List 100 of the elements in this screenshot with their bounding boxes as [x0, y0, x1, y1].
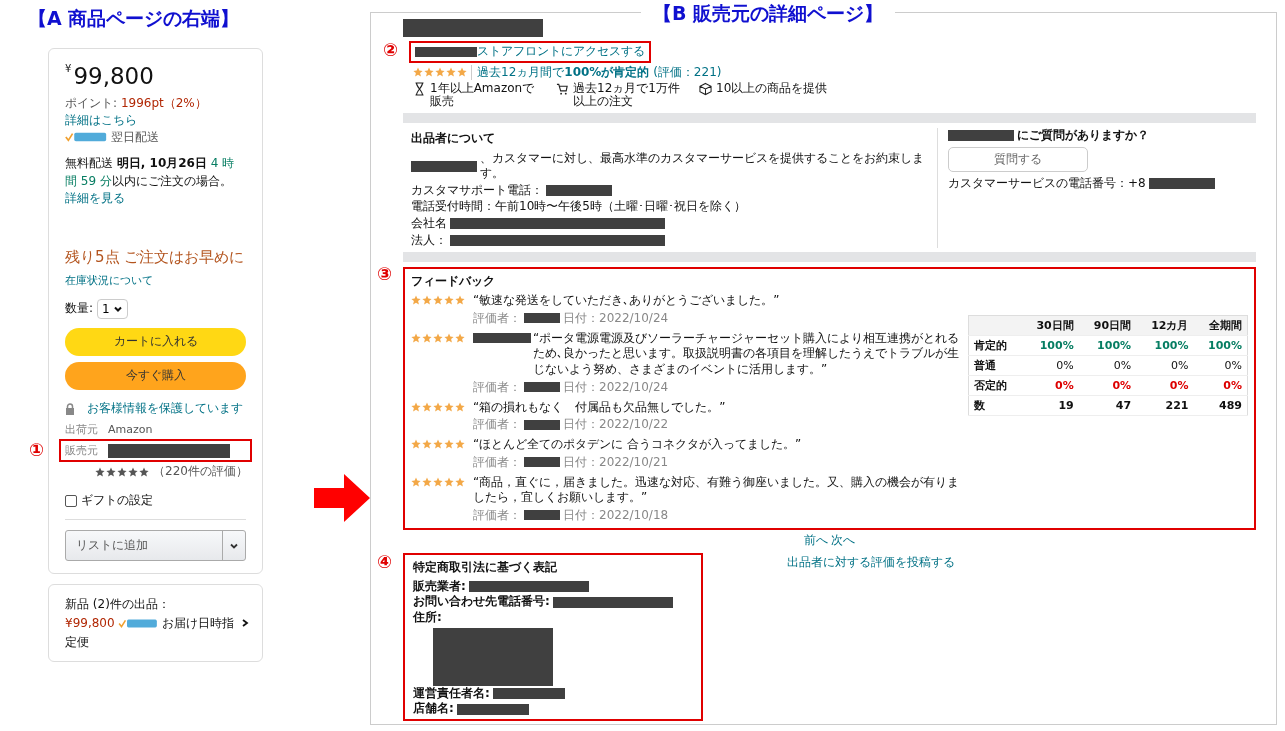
- right-arrow-icon: [314, 474, 370, 522]
- field-label: 住所:: [413, 610, 443, 626]
- gift-checkbox[interactable]: [65, 494, 77, 507]
- column-header: 全期間: [1193, 315, 1248, 336]
- lock-icon: [65, 402, 75, 415]
- review-text: “ポータ電源電源及びソーラーチャージャーセット購入により相互連携がとれるため､良かったと思います。取扱説明書の各項目を理解したうえでトラブルが生じないよう努め、さまざまのイベントに活用します。”: [533, 330, 960, 378]
- panel-heading: 【A 商品ページの右端】: [28, 6, 241, 31]
- review-text: “箱の損れもなく 付属品も欠品無しでした。”: [473, 399, 726, 416]
- review-date: 日付：2022/10/24: [563, 378, 669, 396]
- storefront-link[interactable]: ストアフロントにアクセスする: [477, 44, 645, 60]
- table-cell: 47: [1078, 395, 1137, 416]
- field-label: 販売業者:: [413, 578, 466, 595]
- delivery-speed: 翌日配送: [111, 128, 159, 146]
- redaction-bar: [948, 129, 1014, 141]
- company-label: 会社名: [411, 215, 447, 232]
- points-details-link[interactable]: 詳細はこちら: [65, 112, 137, 127]
- redaction-bar: [524, 382, 560, 392]
- redaction-bar: [524, 419, 560, 430]
- field-label: 店舗名:: [413, 701, 454, 717]
- stock-info-link[interactable]: 在庫状況について: [65, 274, 153, 288]
- redaction-bar: [411, 160, 477, 172]
- redaction-bar: [1148, 178, 1215, 190]
- annotation-number: ④: [377, 550, 393, 572]
- post-feedback-link[interactable]: 出品者に対する評価を投稿する: [787, 554, 955, 571]
- section-title: フィードバック: [411, 273, 496, 291]
- reviewer-label: 評価者：: [473, 416, 521, 434]
- pager-link[interactable]: 次へ: [831, 531, 855, 549]
- offers-card[interactable]: 新品 (2)件の出品： ¥99,800 お届け日時指定便: [48, 584, 263, 663]
- column-header: 12カ月: [1136, 315, 1194, 336]
- table-cell: 0%: [1078, 375, 1137, 396]
- badge-text: 過去12ヵ月で1万件以上の注文: [573, 82, 681, 109]
- question-title: にご質問がありますか？: [1017, 127, 1149, 144]
- table-cell: 0%: [1193, 375, 1248, 396]
- row-label: 普通: [968, 355, 1022, 376]
- quantity-label: 数量:: [65, 299, 94, 317]
- delivery-text: 無料配送 明日, 10月26日 4 時間 59 分以内にご注文の場合。: [65, 155, 236, 190]
- table-cell: 0%: [1021, 375, 1079, 396]
- column-header: 90日間: [1078, 315, 1137, 336]
- ships-from-value: Amazon: [108, 423, 153, 437]
- ratings-count: （220件の評価）: [153, 464, 248, 480]
- phone-hours-text: 電話受付時間：午前10時〜午後5時（土曜･日曜･祝日を除く）: [411, 199, 746, 215]
- section-title: 特定商取引法に基づく表記: [413, 558, 558, 576]
- buy-now-button[interactable]: 今すぐ購入: [65, 361, 246, 390]
- sold-by-label: 販売元: [65, 443, 98, 459]
- secure-transaction-link[interactable]: お客様情報を保護しています: [87, 399, 243, 417]
- prime-logo-icon: [118, 617, 159, 629]
- table-cell: 100%: [1078, 335, 1137, 356]
- review-date: 日付：2022/10/22: [563, 416, 669, 434]
- rating-summary[interactable]: 過去12ヵ月間で100%が肯定的 (評価：221): [471, 64, 722, 81]
- review-text: “ほとんど全てのポタデンに 合うコネクタが入ってました。”: [473, 437, 802, 453]
- table-cell: 0%: [1193, 355, 1248, 376]
- table-cell: 100%: [1136, 335, 1194, 356]
- row-label: 数: [968, 395, 1022, 416]
- chevron-right-icon: [240, 617, 250, 630]
- field-label: お問い合わせ先電話番号:: [413, 594, 550, 611]
- points-text: ポイント: 1996pt（2%） 詳細はこちら: [65, 95, 208, 129]
- reviewer-label: 評価者：: [473, 309, 521, 327]
- table-cell: 489: [1193, 395, 1248, 416]
- ships-from-label: 出荷元: [65, 422, 98, 438]
- table-cell: 100%: [1193, 335, 1248, 356]
- badge-text: 10以上の商品を提供: [716, 82, 828, 96]
- reviewer-label: 評価者：: [473, 378, 521, 396]
- annotation-number: ②: [383, 39, 399, 60]
- badge-text: 1年以上Amazonで販売: [430, 82, 536, 109]
- review-date: 日付：2022/10/21: [563, 453, 669, 471]
- delivery-details-link[interactable]: 詳細を見る: [65, 190, 246, 208]
- table-cell: 0%: [1021, 355, 1079, 376]
- table-cell: 0%: [1078, 355, 1137, 376]
- pager-link[interactable]: 前へ: [804, 531, 828, 549]
- redaction-bar: [524, 457, 560, 468]
- redaction-bar: [415, 46, 477, 57]
- gift-option-label: ギフトの設定: [81, 491, 153, 509]
- ask-question-button[interactable]: 質問する: [948, 147, 1088, 173]
- field-label: 運営責任者名:: [413, 685, 490, 702]
- table-cell: 0%: [1136, 375, 1194, 396]
- customer-phone-label: カスタマーサービスの電話番号：+8: [948, 176, 1146, 192]
- review-text: “商品，直ぐに，届きました。迅速な対応、有難う御座いました。又、購入の機会が有りましたら，宜しくお願いします。”: [473, 474, 960, 506]
- add-to-cart-button[interactable]: カートに入れる: [65, 327, 246, 356]
- stock-text: 残り5点 ご注文はお早めに 在庫状況について: [65, 246, 246, 290]
- row-label: 否定的: [968, 375, 1022, 396]
- redaction-bar: [546, 185, 612, 197]
- support-phone-label: カスタマサポート電話：: [411, 182, 543, 199]
- row-label: 肯定的: [968, 335, 1022, 356]
- offers-text: 新品 (2)件の出品： ¥99,800 お届け日時指定便: [65, 596, 236, 651]
- review-date: 日付：2022/10/18: [563, 506, 669, 524]
- box-icon: [699, 82, 712, 97]
- table-cell: 221: [1136, 395, 1194, 416]
- seller-pledge-text: 、カスタマーに対し、最高水準のカスタマーサービスを提供することをお約束します。: [480, 150, 925, 182]
- annotation-number: ①: [29, 439, 45, 461]
- quantity-dropdown[interactable]: 1: [97, 298, 128, 319]
- table-cell: 100%: [1021, 335, 1079, 356]
- redaction-bar: [473, 332, 531, 343]
- column-header: 30日間: [1021, 315, 1079, 336]
- cart-icon: [556, 82, 569, 97]
- redaction-bar: [524, 510, 560, 521]
- panel-heading: 【B 販売元の詳細ページ】: [641, 1, 896, 27]
- redaction-bar: [524, 313, 560, 324]
- reviewer-label: 評価者：: [473, 506, 521, 524]
- table-cell: 0%: [1136, 355, 1194, 376]
- prime-logo-icon: [65, 131, 107, 143]
